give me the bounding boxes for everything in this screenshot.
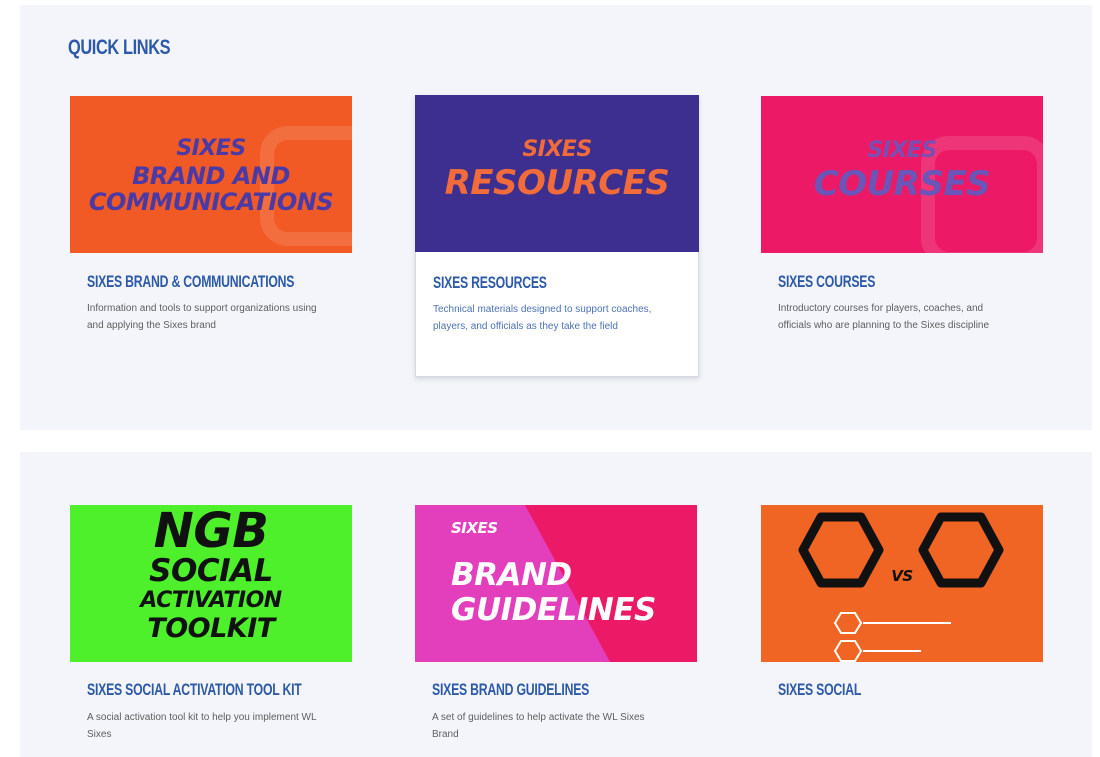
card-title[interactable]: SIXES RESOURCES bbox=[433, 273, 547, 293]
card-title[interactable]: SIXES BRAND & COMMUNICATIONS bbox=[87, 272, 294, 292]
thumb-logo: SIXES bbox=[176, 136, 246, 161]
thumb-line-1: BRAND AND bbox=[132, 162, 290, 190]
card-thumbnail[interactable]: NGB SOCIAL ACTIVATION TOOLKIT bbox=[70, 505, 352, 662]
thumb-line-1: RESOURCES bbox=[444, 163, 670, 203]
card-thumbnail[interactable]: SIXES COURSES bbox=[761, 96, 1043, 253]
card-description: Information and tools to support organiz… bbox=[87, 303, 317, 331]
card-thumbnail[interactable]: SIXES BRAND GUIDELINES bbox=[415, 505, 697, 662]
thumb-logo: SIXES bbox=[451, 519, 498, 537]
card-description: A set of guidelines to help activate the… bbox=[432, 712, 645, 740]
thumb-logo: SIXES bbox=[522, 137, 592, 162]
card-brand-guidelines[interactable]: SIXES BRAND GUIDELINES SIXES BRAND GUIDE… bbox=[415, 505, 697, 757]
card-thumbnail[interactable]: SIXES BRAND AND COMMUNICATIONS bbox=[70, 96, 352, 253]
thumb-line-2: GUIDELINES bbox=[451, 592, 656, 628]
thumb-line-4: TOOLKIT bbox=[147, 613, 275, 644]
card-social-activation-toolkit[interactable]: NGB SOCIAL ACTIVATION TOOLKIT SIXES SOCI… bbox=[70, 505, 352, 757]
card-title[interactable]: SIXES SOCIAL ACTIVATION TOOL KIT bbox=[87, 680, 302, 700]
card-resources[interactable]: SIXES RESOURCES SIXES RESOURCES Technica… bbox=[415, 95, 699, 377]
card-thumbnail[interactable]: VS bbox=[761, 505, 1043, 662]
card-title[interactable]: SIXES SOCIAL bbox=[778, 680, 861, 700]
thumb-line-2: SOCIAL bbox=[149, 553, 273, 589]
card-brand-communications[interactable]: SIXES BRAND AND COMMUNICATIONS SIXES BRA… bbox=[70, 96, 352, 366]
thumb-line-3: ACTIVATION bbox=[140, 588, 282, 613]
card-social[interactable]: VS SIXES SOCIAL bbox=[761, 505, 1043, 757]
thumb-logo: SIXES bbox=[867, 138, 937, 163]
thumb-line-1: COURSES bbox=[813, 164, 991, 204]
card-thumbnail[interactable]: SIXES RESOURCES bbox=[415, 95, 699, 252]
thumb-line-2: COMMUNICATIONS bbox=[88, 188, 334, 216]
card-description: A social activation tool kit to help you… bbox=[87, 712, 317, 740]
card-title[interactable]: SIXES COURSES bbox=[778, 272, 875, 292]
card-courses[interactable]: SIXES COURSES SIXES COURSES Introductory… bbox=[761, 96, 1043, 366]
card-title[interactable]: SIXES BRAND GUIDELINES bbox=[432, 680, 589, 700]
thumb-line-1: NGB bbox=[153, 505, 269, 559]
vs-label: VS bbox=[891, 567, 913, 585]
thumb-line-1: BRAND bbox=[451, 557, 572, 593]
card-description: Technical materials designed to support … bbox=[433, 304, 652, 332]
card-description: Introductory courses for players, coache… bbox=[778, 303, 990, 331]
section-heading: QUICK LINKS bbox=[68, 36, 171, 59]
